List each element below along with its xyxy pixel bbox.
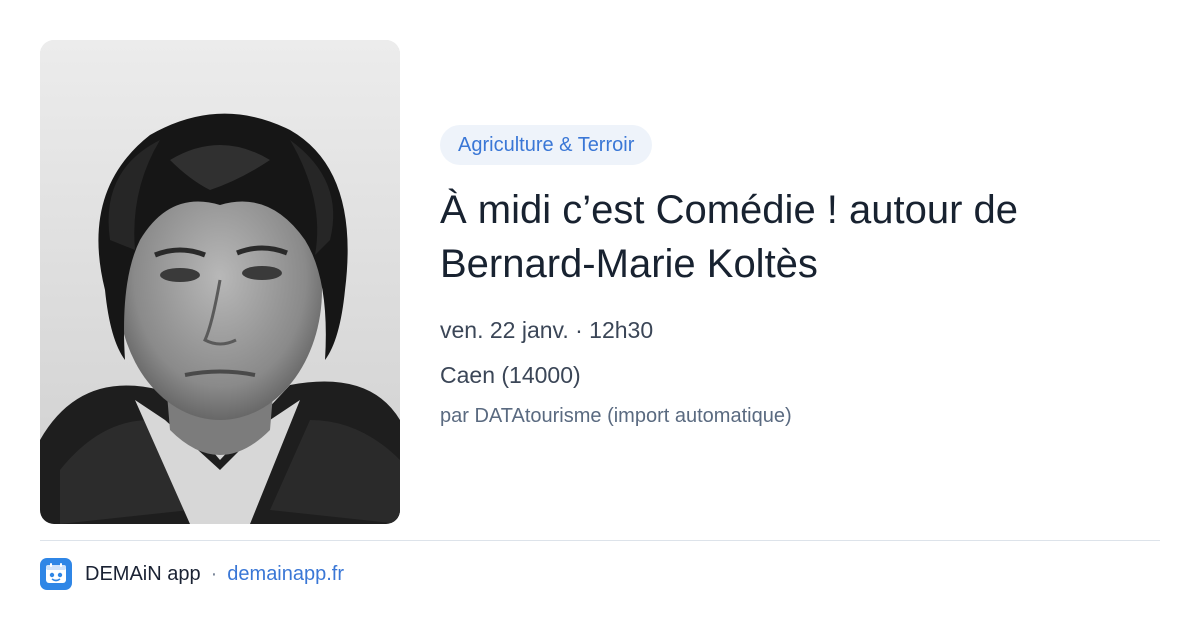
event-title-line: À midi c’est Comédie ! autour de <box>440 188 1019 232</box>
event-title-line: Bernard-Marie Koltès <box>440 242 818 286</box>
site-link[interactable]: demainapp.fr <box>227 563 344 586</box>
datetime-separator: · <box>575 317 583 343</box>
footer: DEMAiN app · demainapp.fr <box>40 558 344 590</box>
event-title[interactable]: À midi c’est Comédie ! autour de Bernard… <box>440 183 1140 291</box>
footer-divider <box>40 540 1160 541</box>
event-datetime: ven. 22 janv. · 12h30 <box>440 315 1140 345</box>
footer-separator: · <box>210 562 218 585</box>
event-info: Agriculture & Terroir À midi c’est Coméd… <box>440 125 1140 429</box>
portrait-image <box>40 40 400 524</box>
event-time: 12h30 <box>589 317 654 343</box>
event-location: Caen (14000) <box>440 362 581 388</box>
demain-logo-icon[interactable] <box>40 558 72 590</box>
event-card[interactable]: Agriculture & Terroir À midi c’est Coméd… <box>40 40 1160 524</box>
category-tag[interactable]: Agriculture & Terroir <box>440 125 653 165</box>
event-date: ven. 22 janv. <box>440 317 569 343</box>
event-source: par DATAtourisme (import automatique) <box>440 405 792 427</box>
event-meta: ven. 22 janv. · 12h30 Caen (14000) par D… <box>440 315 1140 429</box>
event-photo <box>40 40 400 524</box>
app-name: DEMAiN app <box>85 562 201 585</box>
